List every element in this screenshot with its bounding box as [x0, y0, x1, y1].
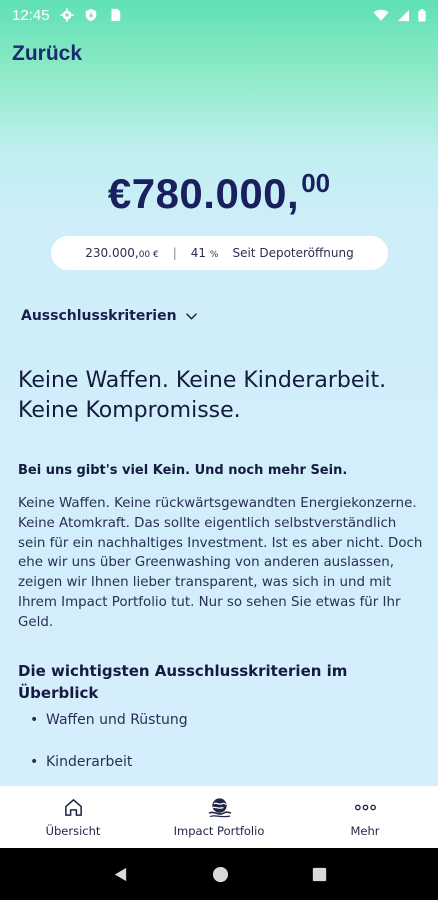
recents-square-icon[interactable]: [312, 867, 327, 882]
bullet-dot-icon: •: [30, 754, 39, 770]
tab-more-label: Mehr: [350, 823, 380, 838]
performance-pill: 230.000,00 € | 41 % Seit Depoteröffnung: [51, 236, 388, 270]
performance-since: Seit Depoteröffnung: [232, 246, 354, 260]
list-item-label: Waffen und Rüstung: [46, 712, 188, 728]
back-button[interactable]: Zurück: [12, 42, 82, 66]
content-subhead: Bei uns gibt's viel Kein. Und noch mehr …: [18, 463, 348, 478]
wifi-icon: [373, 9, 389, 21]
criteria-dropdown[interactable]: Ausschlusskriterien: [21, 308, 198, 324]
back-triangle-icon[interactable]: [112, 866, 129, 883]
list-item-label: Kinderarbeit: [46, 754, 133, 770]
performance-percent: 41 %: [191, 246, 219, 260]
tab-overview-label: Übersicht: [45, 823, 101, 838]
gain-value: 230.000,: [85, 246, 139, 260]
gain-cents: 00 €: [138, 250, 159, 260]
percent-sign: %: [209, 250, 219, 260]
shield-icon: [85, 8, 96, 22]
system-navigation-bar: [0, 848, 438, 900]
signal-icon: [397, 9, 410, 21]
impact-globe-icon: [208, 797, 231, 817]
chevron-down-icon: [185, 312, 197, 320]
home-circle-icon[interactable]: [212, 866, 229, 883]
sim-card-icon: [111, 8, 120, 22]
bottom-tab-bar: Übersicht Impact Portfolio Mehr: [0, 786, 438, 848]
content-body: Keine Waffen. Keine rückwärtsgewandten E…: [18, 496, 423, 630]
criteria-dropdown-label: Ausschlusskriterien: [21, 308, 177, 324]
tab-overview[interactable]: Übersicht: [0, 786, 146, 848]
list-item: • Waffen und Rüstung: [30, 712, 188, 754]
status-time: 12:45: [12, 6, 50, 24]
headline-line-2: Keine Kompromisse.: [18, 398, 241, 423]
gear-icon: [59, 8, 74, 22]
battery-icon: [418, 8, 426, 21]
tab-impact-portfolio-label: Impact Portfolio: [173, 823, 265, 838]
headline-line-1: Keine Waffen. Keine Kinderarbeit.: [18, 368, 387, 393]
content-headline: Keine Waffen. Keine Kinderarbeit. Keine …: [18, 366, 418, 426]
balance-main: €780.000,: [107, 170, 300, 217]
bullet-dot-icon: •: [30, 712, 39, 728]
percent-value: 41: [190, 246, 207, 260]
tab-impact-portfolio[interactable]: Impact Portfolio: [146, 786, 292, 848]
criteria-list: • Waffen und Rüstung • Kinderarbeit: [30, 712, 188, 796]
status-bar: 12:45: [0, 0, 438, 30]
balance-cents: 00: [301, 168, 331, 198]
section-title: Die wichtigsten Ausschlusskriterien im Ü…: [18, 662, 348, 702]
pill-separator: |: [172, 246, 177, 260]
portfolio-balance: €780.000,00: [0, 168, 438, 218]
tab-more[interactable]: Mehr: [292, 786, 438, 848]
home-icon: [64, 798, 82, 816]
performance-gain: 230.000,00 €: [85, 246, 158, 260]
more-dots-icon: [354, 804, 376, 810]
